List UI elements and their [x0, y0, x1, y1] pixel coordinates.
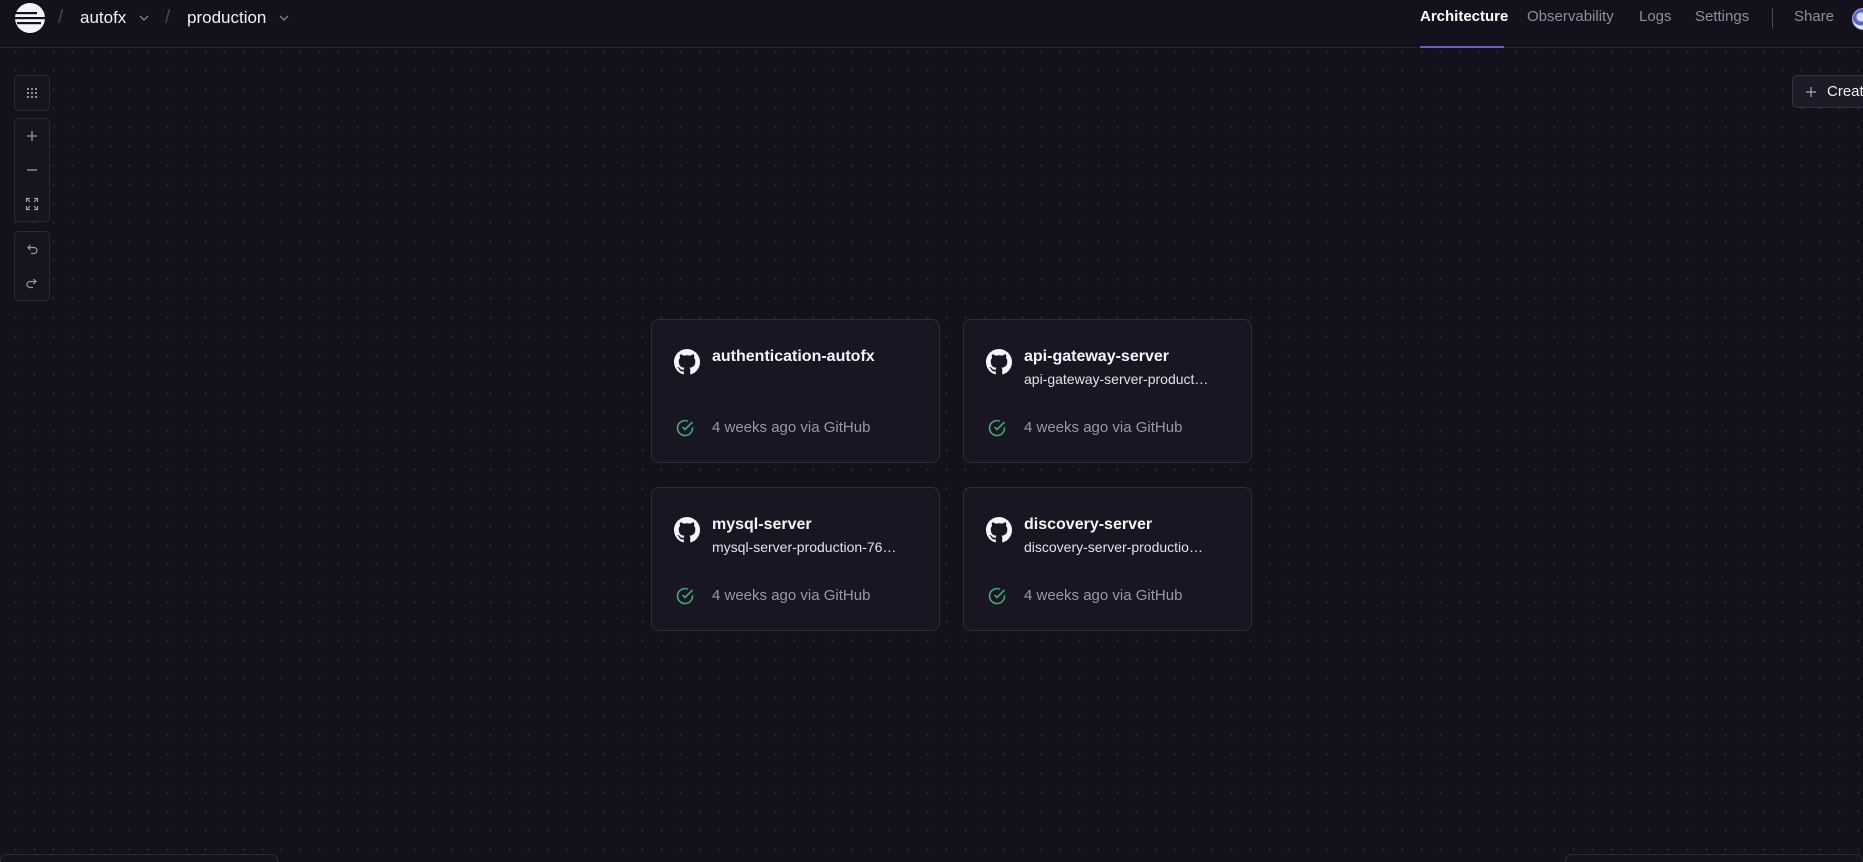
avatar[interactable] [1852, 8, 1863, 30]
service-domain: api-gateway-server-product… [1024, 371, 1209, 387]
service-domain: discovery-server-productio… [1024, 539, 1203, 555]
nav-divider [1772, 8, 1773, 28]
top-navigation-bar: / autofx / production Architecture Obser… [0, 0, 1863, 48]
breadcrumb-separator: / [58, 7, 64, 28]
deploy-success-icon [676, 419, 694, 437]
zoom-in-icon [27, 131, 37, 141]
service-card-discovery[interactable]: discovery-server discovery-server-produc… [963, 487, 1252, 631]
create-button[interactable]: Create [1792, 75, 1863, 108]
active-tab-indicator [1420, 46, 1504, 48]
environment-selector[interactable]: production [187, 6, 290, 30]
grid-toggle-button[interactable] [15, 76, 49, 110]
github-icon [674, 349, 700, 375]
tab-logs[interactable]: Logs [1639, 8, 1672, 25]
plus-icon [1806, 86, 1816, 97]
canvas-zoom-toolbar [14, 118, 50, 222]
deploy-success-icon [988, 419, 1006, 437]
service-name: api-gateway-server [1024, 348, 1169, 365]
share-button[interactable]: Share [1794, 8, 1834, 25]
undo-icon [27, 244, 38, 255]
service-domain: mysql-server-production-76… [712, 539, 897, 555]
canvas-grid-toolbar [14, 75, 50, 111]
railway-logo-icon[interactable] [14, 2, 46, 34]
chevron-down-icon [279, 15, 289, 21]
bottom-right-panel [1565, 854, 1863, 862]
github-icon [986, 349, 1012, 375]
canvas-history-toolbar [14, 231, 50, 301]
deploy-status: 4 weeks ago via GitHub [712, 587, 871, 604]
fit-view-button[interactable] [15, 187, 49, 221]
create-button-label: Create [1827, 83, 1863, 100]
zoom-out-button[interactable] [15, 153, 49, 187]
deploy-status: 4 weeks ago via GitHub [1024, 419, 1183, 436]
tab-observability[interactable]: Observability [1527, 8, 1614, 25]
zoom-out-icon [27, 169, 37, 171]
service-name: discovery-server [1024, 516, 1153, 533]
service-card-authentication[interactable]: authentication-autofx 4 weeks ago via Gi… [651, 319, 940, 463]
chevron-down-icon [139, 15, 149, 21]
service-name: mysql-server [712, 516, 812, 533]
github-icon [986, 517, 1012, 543]
project-name: autofx [80, 8, 127, 27]
breadcrumb-separator: / [165, 7, 171, 28]
undo-button[interactable] [15, 232, 49, 266]
service-card-mysql[interactable]: mysql-server mysql-server-production-76…… [651, 487, 940, 631]
service-card-api-gateway[interactable]: api-gateway-server api-gateway-server-pr… [963, 319, 1252, 463]
github-icon [674, 517, 700, 543]
deploy-success-icon [676, 587, 694, 605]
deploy-status: 4 weeks ago via GitHub [1024, 587, 1183, 604]
bottom-left-panel [0, 854, 278, 862]
tab-architecture[interactable]: Architecture [1420, 8, 1508, 25]
grid-icon [26, 87, 38, 99]
deploy-success-icon [988, 587, 1006, 605]
redo-icon [26, 278, 37, 289]
service-name: authentication-autofx [712, 348, 875, 365]
zoom-in-button[interactable] [15, 119, 49, 153]
deploy-status: 4 weeks ago via GitHub [712, 419, 871, 436]
tab-settings[interactable]: Settings [1695, 8, 1749, 25]
fit-view-icon [25, 197, 39, 211]
project-selector[interactable]: autofx [80, 6, 150, 30]
environment-name: production [187, 8, 267, 27]
redo-button[interactable] [15, 266, 49, 300]
